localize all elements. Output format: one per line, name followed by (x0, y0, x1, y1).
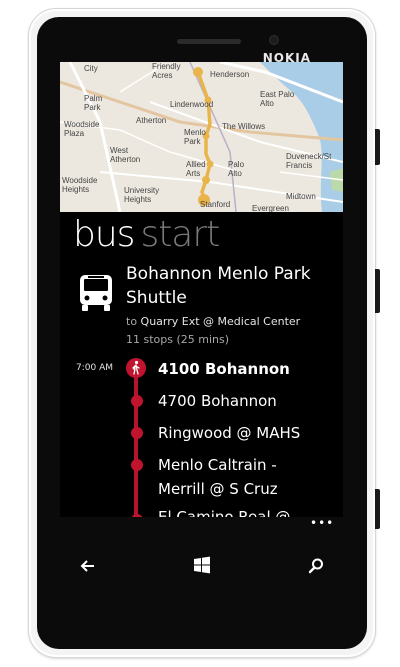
stop-item[interactable]: 4700 Bohannon (158, 389, 277, 413)
app-bar-edge (60, 517, 343, 520)
route-map[interactable]: City Friendly Acres Henderson East Palo … (60, 62, 343, 212)
stop-item[interactable]: Menlo Caltrain - Merrill @ S Cruz (158, 453, 278, 501)
map-label-university-heights: University Heights (124, 186, 160, 204)
map-label-evergreen: Evergreen (252, 204, 289, 212)
stop-dot (131, 395, 143, 407)
map-label-allied-arts: Allied Arts (186, 160, 206, 178)
volume-button (375, 129, 380, 165)
map-label-atherton: Atherton (136, 116, 167, 125)
route-name: Bohannon Menlo Park Shuttle (126, 264, 311, 308)
power-button (375, 269, 380, 313)
pedestrian-icon (126, 358, 146, 378)
windows-logo-icon[interactable] (192, 555, 212, 575)
route-stops-summary: 11 stops (25 mins) (126, 333, 230, 346)
map-label-stanford: Stanford (200, 200, 231, 209)
stop-item[interactable]: 4100 Bohannon (158, 357, 290, 381)
page-title-main: bus (73, 214, 135, 255)
map-label-palo-alto: Palo Alto (228, 160, 245, 178)
map-label-menlo-park: Menlo Park (184, 128, 206, 146)
map-label-west-atherton: West Atherton (110, 146, 141, 164)
stop-item[interactable]: El Camino Real @ (158, 505, 290, 517)
more-menu-button[interactable]: ••• (310, 516, 334, 530)
map-label-the-willows: The Willows (222, 122, 266, 131)
front-camera (269, 35, 279, 45)
stop-dot (131, 427, 143, 439)
route-stop-marker (206, 160, 214, 168)
route-dest-name: Quarry Ext @ Medical Center (140, 315, 301, 328)
map-label-henderson: Henderson (210, 70, 250, 79)
map-label-city: City (84, 64, 98, 73)
route-destination: to Quarry Ext @ Medical Center (126, 315, 300, 328)
map-label-woodside-plaza: Woodside Plaza (64, 120, 100, 138)
page-title: bus start (73, 214, 220, 255)
earpiece-speaker (177, 39, 241, 44)
map-label-midtown: Midtown (286, 192, 316, 201)
map-label-friendly-acres: Friendly Acres (152, 62, 181, 80)
map-label-lindenwood: Lindenwood (170, 100, 214, 109)
route-track-line (134, 366, 138, 517)
map-label-palm-park: Palm Park (84, 94, 103, 112)
camera-button (375, 489, 380, 529)
map-label-duveneck: Duveneck/St Francis (286, 152, 332, 170)
stop-dot (131, 459, 143, 471)
bus-icon (80, 275, 112, 311)
page-title-sub: start (140, 214, 220, 255)
search-icon[interactable] (306, 556, 326, 576)
stop-time: 7:00 AM (76, 363, 113, 373)
stops-list: 7:00 AM 4100 Bohannon 4700 Bohannon Ring… (60, 350, 343, 517)
map-label-woodside-heights: Woodside Heights (62, 176, 98, 194)
route-stop-marker (193, 67, 203, 77)
map-label-east-palo-alto: East Palo Alto (260, 90, 295, 108)
route-dest-prefix: to (126, 315, 138, 328)
back-arrow-icon[interactable] (78, 556, 98, 576)
stop-item[interactable]: Ringwood @ MAHS (158, 421, 300, 445)
